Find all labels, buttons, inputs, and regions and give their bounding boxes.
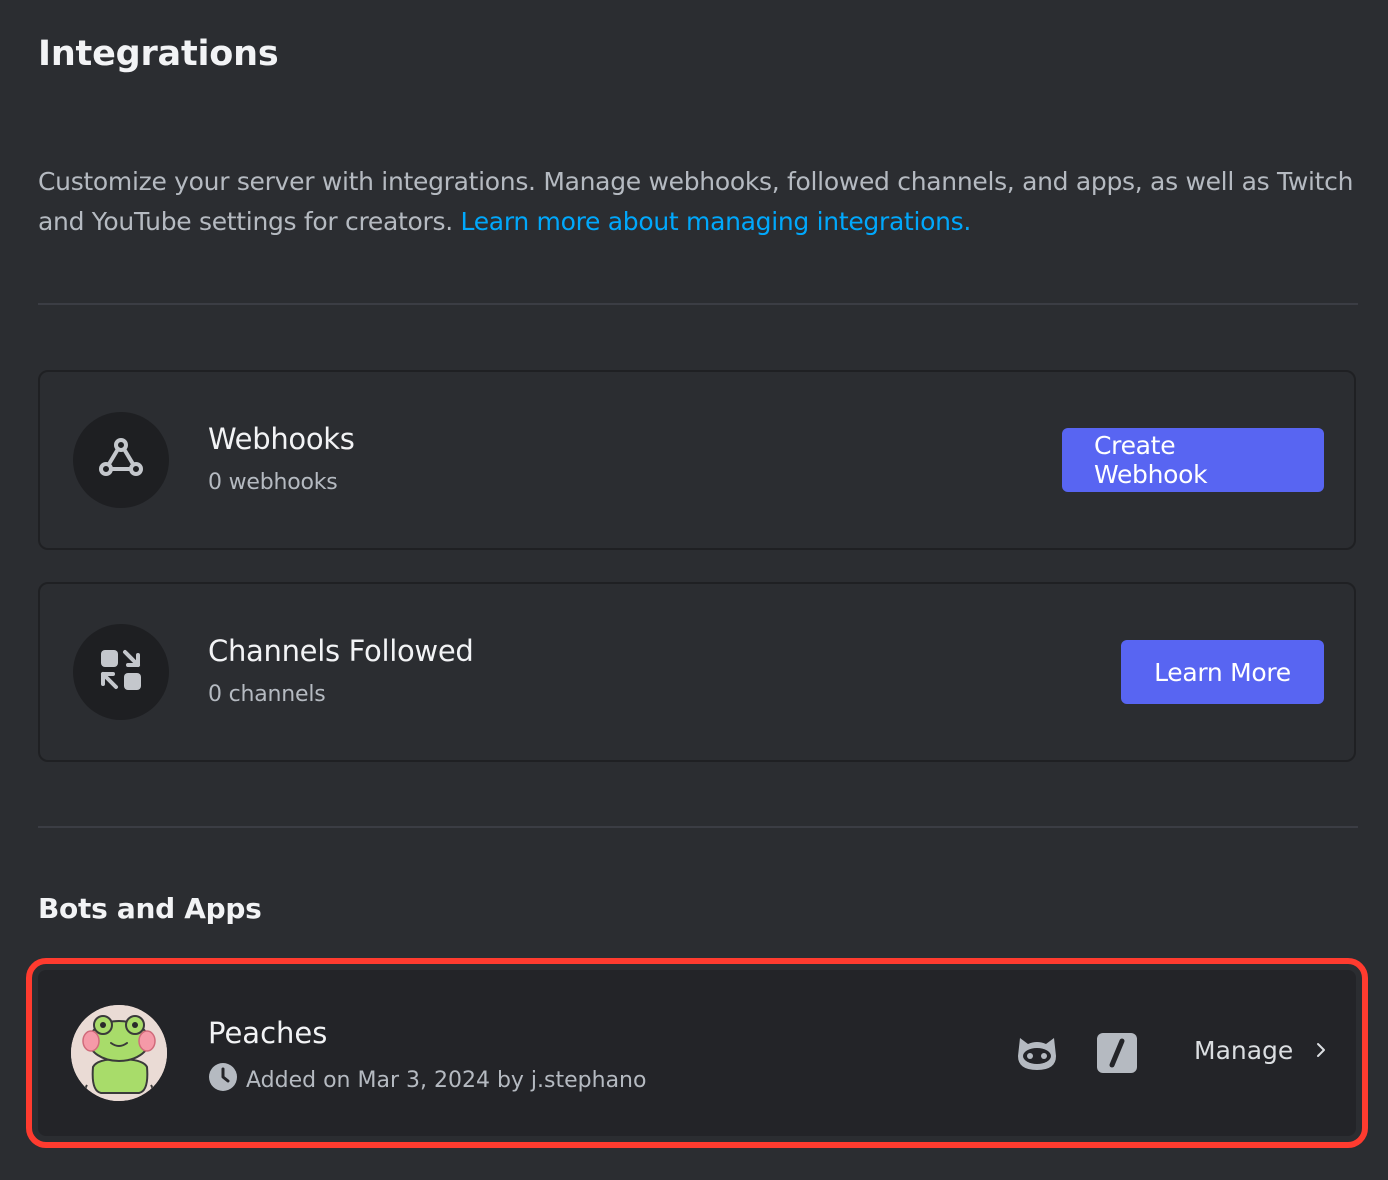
webhooks-count: 0 webhooks: [208, 470, 338, 495]
page-description: Customize your server with integrations.…: [38, 162, 1368, 242]
channels-followed-count: 0 channels: [208, 682, 326, 707]
webhooks-title: Webhooks: [208, 422, 355, 456]
channels-followed-card: Channels Followed 0 channels Learn More: [38, 582, 1356, 762]
bots-and-apps-heading: Bots and Apps: [38, 892, 262, 925]
learn-more-button[interactable]: Learn More: [1121, 640, 1324, 704]
webhooks-icon-circle: [73, 412, 169, 508]
webhooks-card: Webhooks 0 webhooks Create Webhook: [38, 370, 1356, 550]
webhook-icon: [97, 436, 145, 484]
learn-more-link[interactable]: Learn more about managing integrations.: [461, 207, 972, 236]
integrations-page: Integrations Customize your server with …: [0, 0, 1388, 1180]
channel-follow-icon: [100, 649, 142, 695]
divider: [38, 826, 1358, 828]
channels-followed-title: Channels Followed: [208, 634, 474, 668]
create-webhook-button[interactable]: Create Webhook: [1062, 428, 1324, 492]
page-title: Integrations: [38, 34, 279, 74]
channels-followed-icon-circle: [73, 624, 169, 720]
divider: [38, 303, 1358, 305]
highlight-outline: [26, 958, 1368, 1148]
